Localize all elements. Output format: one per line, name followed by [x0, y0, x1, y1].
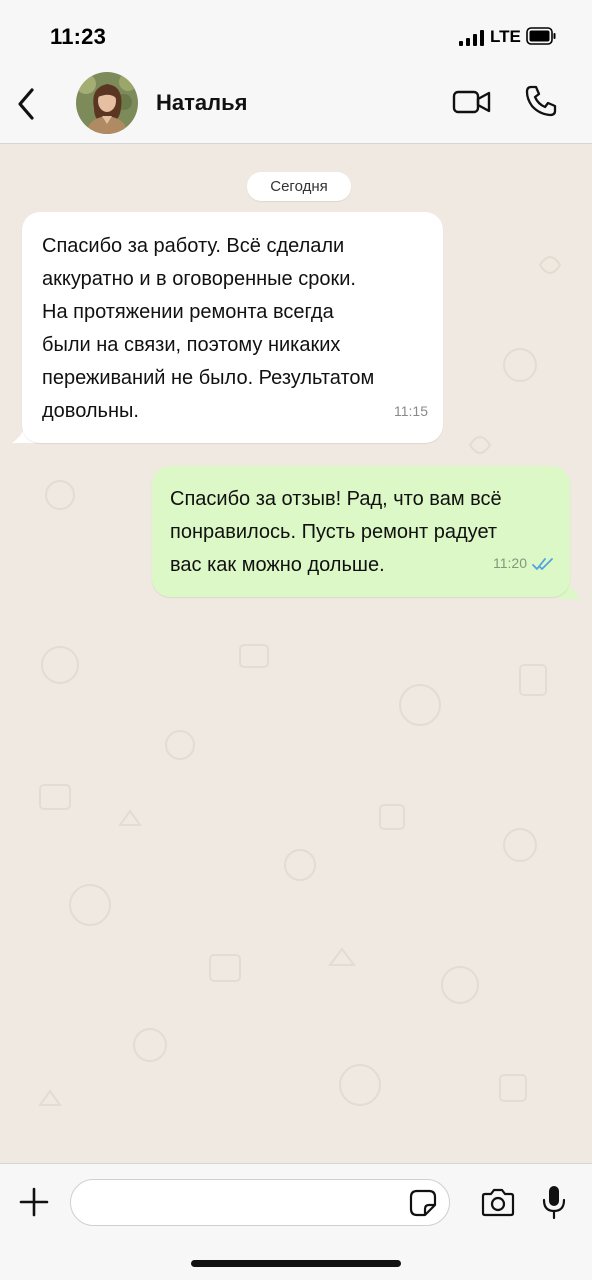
network-type: LTE: [490, 27, 521, 46]
contact-name[interactable]: Наталья: [156, 90, 247, 116]
chat-header: Наталья: [0, 68, 592, 144]
message-meta: 11:15: [394, 395, 428, 428]
chevron-left-icon: [18, 88, 34, 120]
message-bubble-incoming[interactable]: Спасибо за работу. Всё сделали аккуратно…: [22, 212, 443, 443]
message-text: Спасибо за работу. Всё сделали аккуратно…: [42, 235, 375, 422]
chat-area[interactable]: Сегодня Спасибо за работу. Всё сделали а…: [0, 145, 592, 1163]
back-button[interactable]: [10, 84, 42, 124]
date-separator: Сегодня: [247, 172, 351, 201]
message-bubble-outgoing[interactable]: Спасибо за отзыв! Рад, что вам всё понра…: [152, 466, 570, 597]
microphone-icon[interactable]: [540, 1184, 568, 1220]
status-time: 11:23: [50, 24, 107, 49]
camera-icon[interactable]: [480, 1188, 516, 1218]
message-time: 11:15: [394, 403, 428, 419]
status-bar: 11:23 LTE: [0, 0, 592, 68]
signal-bars-icon: [459, 30, 484, 46]
double-check-icon: [532, 557, 553, 570]
plus-icon[interactable]: [18, 1186, 50, 1218]
video-camera-icon[interactable]: [452, 86, 492, 118]
phone-icon[interactable]: [524, 84, 558, 118]
battery-icon: [526, 27, 556, 45]
home-indicator: [191, 1260, 401, 1267]
message-input[interactable]: [70, 1179, 450, 1226]
contact-avatar[interactable]: [76, 72, 138, 134]
chat-screen: 11:23 LTE Наталья Сегодня Спасибо за раб…: [0, 0, 592, 1280]
message-meta: 11:20: [493, 547, 554, 580]
avatar-photo: [76, 72, 138, 134]
message-time: 11:20: [493, 555, 527, 571]
sticker-icon[interactable]: [409, 1189, 437, 1217]
